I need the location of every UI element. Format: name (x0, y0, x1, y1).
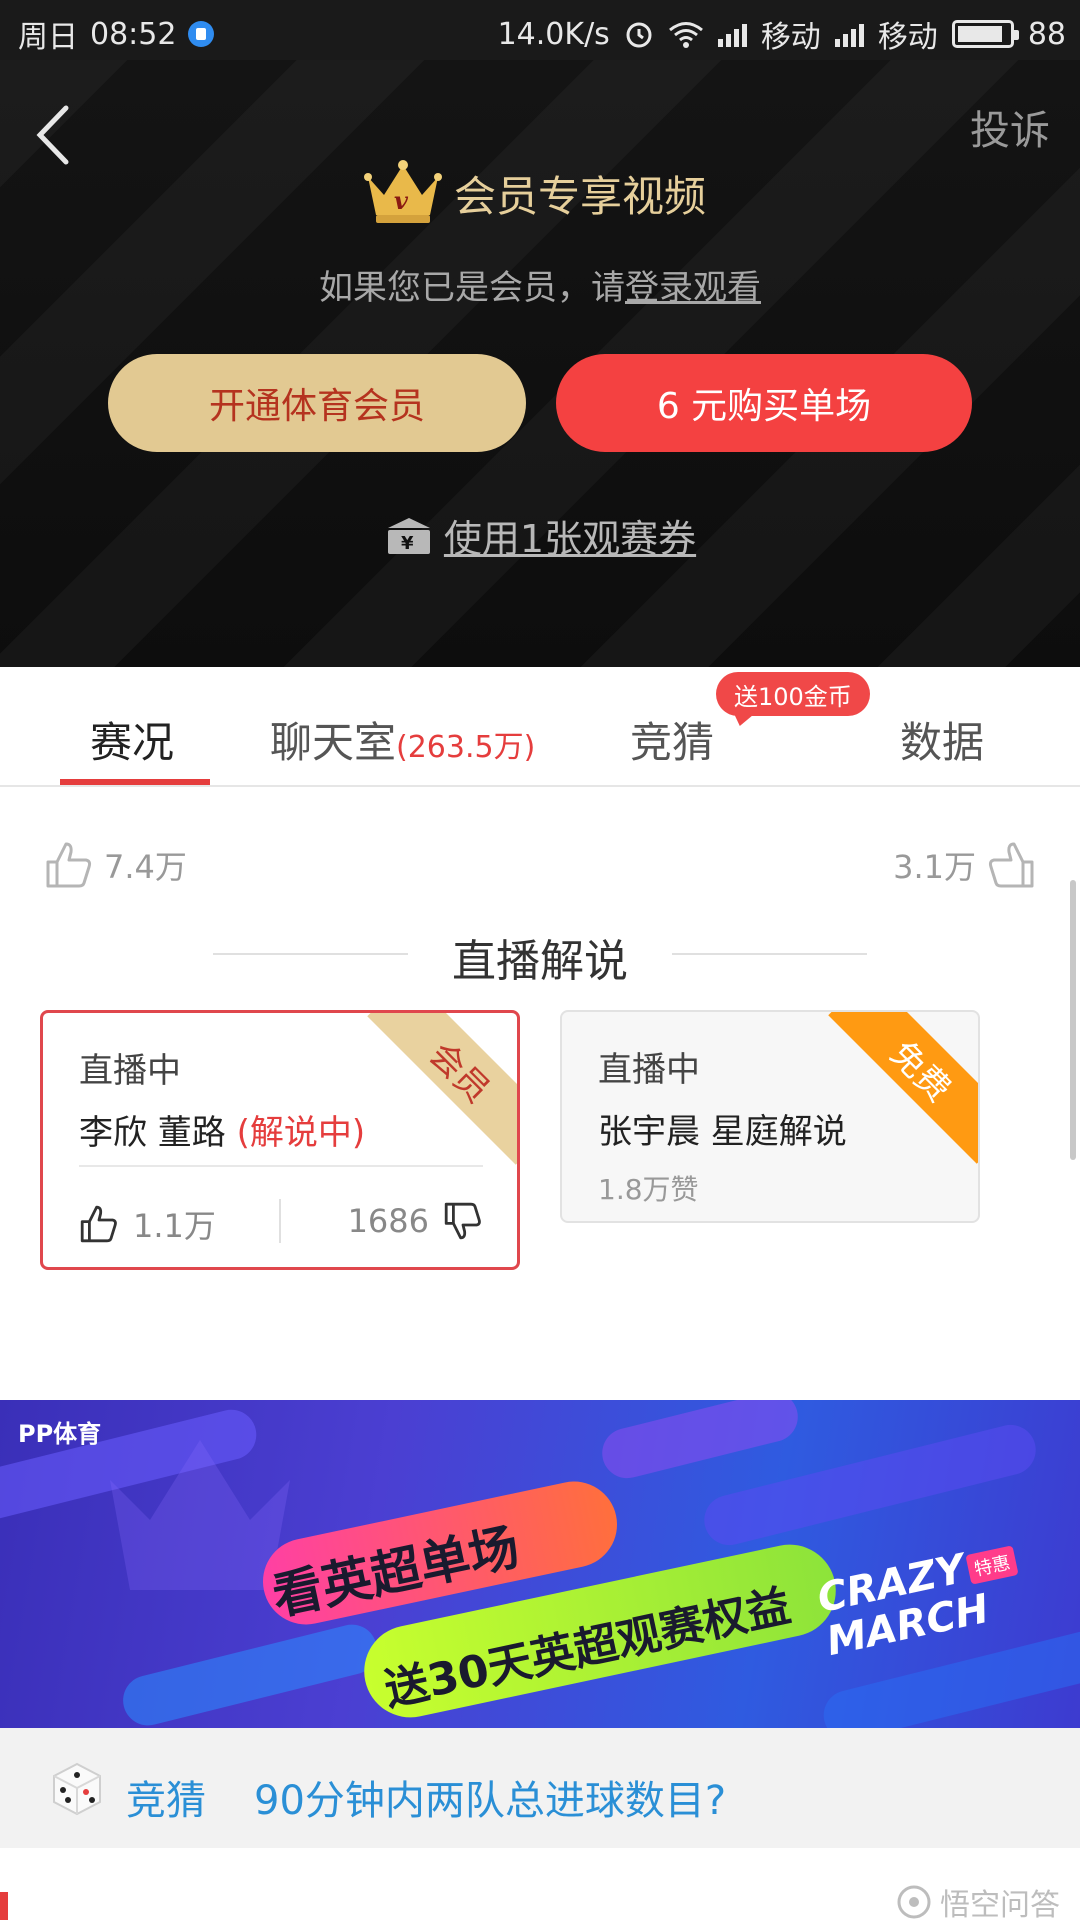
svg-text:v: v (394, 186, 409, 215)
active-tab-indicator (60, 779, 210, 785)
signal-icon (717, 21, 747, 47)
section-title: 直播解说 (452, 936, 628, 987)
tab-match-status[interactable]: 赛况 (90, 709, 174, 770)
crown-icon: v (364, 160, 442, 223)
use-voucher-link[interactable]: ¥ 使用1张观赛券 (0, 508, 1080, 563)
app-notification-icon (188, 21, 215, 47)
carrier-2: 移动 (877, 20, 938, 55)
pp-sports-logo: PP体育 (18, 1420, 102, 1448)
like-total: 1.8万赞 (598, 1173, 699, 1206)
vote-separator (279, 1199, 281, 1243)
video-paywall: 投诉 v 会员专享视频 如果您已是会员，请登录观看 开通体育会员 6 元购买单场… (0, 60, 1080, 667)
tab-bar: 赛况 聊天室(263.5万) 竞猜 数据 (0, 667, 1080, 787)
wifi-icon (668, 22, 703, 48)
live-status: 直播中 (598, 1050, 700, 1090)
login-link[interactable]: 登录观看 (625, 268, 761, 308)
battery-icon (951, 20, 1019, 48)
tab-label: 聊天室 (270, 718, 397, 767)
tab-label: 赛况 (90, 718, 175, 767)
coin-reward-badge: 送100金币 (716, 672, 870, 716)
tab-chatroom[interactable]: 聊天室(263.5万) (270, 709, 535, 770)
tab-guess[interactable]: 竞猜 (630, 709, 714, 770)
commentary-card-member[interactable]: 会员 直播中 李欣 董路 (解说中) 1.1万 1686 (40, 1010, 520, 1270)
commentator-names: 李欣 董路 (解说中) (79, 1105, 365, 1154)
ticket-icon: ¥ (387, 517, 430, 554)
chevron-left-icon (36, 105, 69, 165)
alarm-icon (626, 22, 652, 48)
away-like[interactable]: 3.1万 (893, 840, 1036, 890)
open-membership-button[interactable]: 开通体育会员 (108, 354, 526, 452)
downvote-count: 1686 (347, 1202, 429, 1240)
commentary-card-free[interactable]: 免费 直播中 张宇晨 星庭解说 1.8万赞 (560, 1010, 980, 1223)
wukong-logo-icon (897, 1885, 931, 1919)
banner-stripe (596, 1400, 804, 1484)
dice-icon (53, 1762, 101, 1816)
back-button[interactable] (32, 100, 82, 170)
live-status: 直播中 (79, 1051, 181, 1091)
status-day: 周日 (18, 20, 78, 55)
commentator-names-text: 李欣 董路 (79, 1113, 237, 1153)
downvote-button[interactable]: 1686 (348, 1201, 483, 1241)
tab-label: 数据 (900, 718, 985, 767)
vip-title: v 会员专享视频 (360, 155, 706, 231)
tab-label: 竞猜 (630, 718, 715, 767)
promo-banner[interactable]: PP体育 看英超单场 送30天英超观赛权益 CRAZY MARCH 特惠 (0, 1400, 1080, 1728)
chatroom-count: (263.5万) (396, 730, 536, 765)
complain-link[interactable]: 投诉 (970, 98, 1050, 156)
battery-level: 88 (1027, 16, 1066, 52)
voucher-label: 使用1张观赛券 (443, 517, 697, 561)
section-divider-right (672, 953, 867, 955)
scrollbar[interactable] (1070, 880, 1076, 1160)
upvote-count: 1.1万 (133, 1207, 216, 1245)
member-ribbon: 会员 (367, 1013, 517, 1165)
guess-entry[interactable]: 竞猜 90分钟内两队总进球数目? (0, 1728, 1080, 1848)
guess-label: 竞猜 (126, 1778, 206, 1824)
status-time: 08:52 (90, 16, 177, 52)
thumbs-up-icon (80, 1205, 117, 1243)
section-marker (0, 1892, 8, 1920)
status-bar: 周日 08:52 14.0K/s 移动 移动 88 (0, 0, 1080, 60)
signal-icon-2 (834, 21, 864, 47)
thumbs-up-icon (988, 842, 1034, 888)
home-like[interactable]: 7.4万 (44, 840, 187, 890)
svg-text:¥: ¥ (401, 533, 414, 554)
buy-single-match-button[interactable]: 6 元购买单场 (556, 354, 972, 452)
upvote-button[interactable]: 1.1万 (79, 1201, 216, 1247)
commentating-tag: (解说中) (236, 1113, 366, 1153)
away-like-count: 3.1万 (893, 848, 976, 886)
card-divider (79, 1165, 483, 1167)
free-ribbon: 免费 (828, 1012, 978, 1164)
thumbs-up-icon (46, 842, 92, 888)
login-hint-text: 如果您已是会员，请 (319, 268, 625, 308)
banner-stripe (117, 1619, 383, 1728)
tab-data[interactable]: 数据 (900, 709, 984, 770)
commentator-names: 张宇晨 星庭解说 (598, 1112, 847, 1152)
network-speed: 14.0K/s (497, 16, 610, 52)
thumbs-down-icon (444, 1202, 481, 1240)
home-like-count: 7.4万 (104, 848, 187, 886)
vip-title-text: 会员专享视频 (454, 171, 707, 221)
carrier-1: 移动 (760, 20, 821, 55)
login-hint: 如果您已是会员，请登录观看 (0, 260, 1080, 309)
guess-question: 90分钟内两队总进球数目? (254, 1778, 727, 1824)
watermark: 悟空问答 (896, 1880, 1060, 1920)
watermark-text: 悟空问答 (940, 1888, 1060, 1920)
